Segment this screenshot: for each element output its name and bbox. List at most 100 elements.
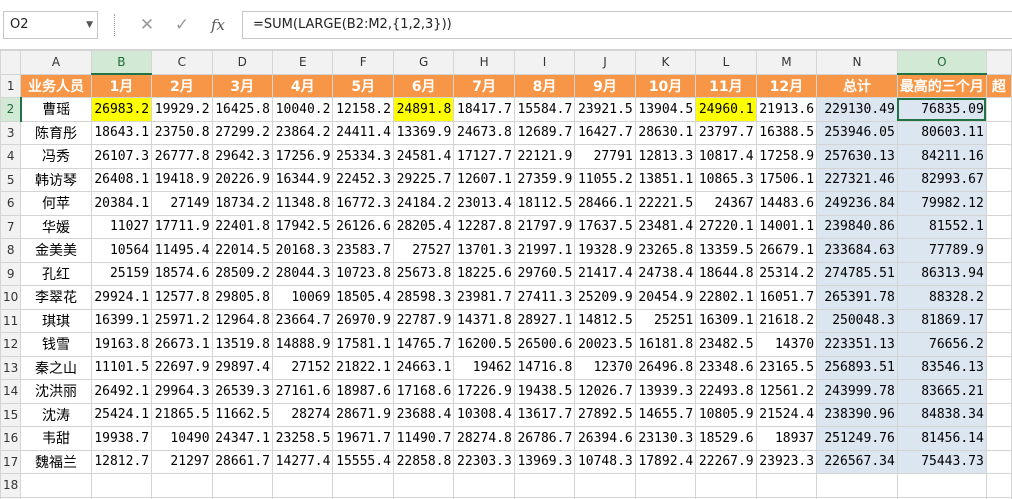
data-cell[interactable]: 19418.9 — [151, 167, 213, 192]
data-cell[interactable]: 226567.34 — [816, 449, 898, 474]
row-header[interactable]: 18 — [0, 473, 22, 498]
data-cell[interactable]: 11348.8 — [272, 191, 334, 216]
data-cell[interactable]: 256893.51 — [816, 355, 898, 380]
data-cell[interactable]: 12689.7 — [513, 120, 576, 145]
column-header[interactable]: N — [816, 50, 898, 75]
data-cell[interactable]: 22121.9 — [513, 144, 576, 169]
row-header[interactable]: 5 — [0, 167, 22, 192]
row-header[interactable]: 17 — [0, 449, 22, 474]
data-cell[interactable]: 88328.2 — [896, 285, 987, 310]
data-cell[interactable]: 20384.1 — [90, 191, 153, 216]
data-cell[interactable] — [985, 238, 1012, 263]
data-cell[interactable]: 29964.3 — [151, 379, 213, 404]
data-cell[interactable]: 27220.1 — [695, 214, 757, 239]
data-cell[interactable]: 20023.5 — [574, 332, 636, 357]
empty-cell[interactable] — [90, 473, 153, 498]
data-cell[interactable]: 21822.1 — [332, 355, 394, 380]
data-cell[interactable]: 21997.1 — [513, 238, 576, 263]
header-cell[interactable]: 7月 — [453, 73, 515, 98]
data-cell[interactable]: 15584.7 — [513, 97, 576, 122]
header-cell[interactable]: 12月 — [755, 73, 818, 98]
data-cell[interactable]: 19462 — [453, 355, 515, 380]
data-cell[interactable]: 18643.1 — [90, 120, 153, 145]
data-cell[interactable]: 10723.8 — [332, 261, 394, 286]
data-cell[interactable]: 14371.8 — [453, 308, 515, 333]
empty-cell[interactable] — [392, 473, 455, 498]
header-cell[interactable]: 4月 — [272, 73, 334, 98]
data-cell[interactable]: 23165.5 — [755, 355, 818, 380]
data-cell[interactable]: 24663.1 — [392, 355, 455, 380]
data-cell[interactable]: 23864.2 — [272, 120, 334, 145]
name-cell[interactable]: 冯秀 — [20, 144, 92, 169]
data-cell[interactable]: 17892.4 — [634, 449, 697, 474]
column-header[interactable]: A — [20, 50, 92, 75]
data-cell[interactable]: 22303.3 — [453, 449, 515, 474]
data-cell[interactable]: 23583.7 — [332, 238, 394, 263]
data-cell[interactable]: 29225.7 — [392, 167, 455, 192]
row-header[interactable]: 8 — [0, 238, 22, 263]
data-cell[interactable]: 23797.7 — [695, 120, 757, 145]
data-cell[interactable]: 24581.4 — [392, 144, 455, 169]
name-cell[interactable]: 琪琪 — [20, 308, 92, 333]
column-header[interactable]: L — [695, 50, 757, 75]
empty-cell[interactable] — [20, 473, 92, 498]
data-cell[interactable]: 28630.1 — [634, 120, 697, 145]
name-cell[interactable]: 曹瑶 — [20, 97, 92, 122]
data-cell[interactable]: 17258.9 — [755, 144, 818, 169]
data-cell[interactable]: 29642.3 — [211, 144, 274, 169]
data-cell[interactable]: 14812.5 — [574, 308, 636, 333]
data-cell[interactable]: 27149 — [151, 191, 213, 216]
data-cell[interactable]: 249236.84 — [816, 191, 898, 216]
data-cell[interactable]: 12607.1 — [453, 167, 515, 192]
data-cell[interactable]: 81869.17 — [896, 308, 987, 333]
data-cell[interactable]: 29897.4 — [211, 355, 274, 380]
data-cell[interactable]: 29924.1 — [90, 285, 153, 310]
data-cell[interactable] — [985, 120, 1012, 145]
data-cell[interactable]: 23013.4 — [453, 191, 515, 216]
data-cell[interactable]: 11055.2 — [574, 167, 636, 192]
data-cell[interactable]: 13617.7 — [513, 402, 576, 427]
data-cell[interactable]: 83665.21 — [896, 379, 987, 404]
data-cell[interactable]: 17168.6 — [392, 379, 455, 404]
data-cell[interactable]: 18574.6 — [151, 261, 213, 286]
empty-cell[interactable] — [816, 473, 898, 498]
name-cell[interactable]: 钱雪 — [20, 332, 92, 357]
row-header[interactable]: 2 — [0, 97, 22, 122]
data-cell[interactable]: 24347.1 — [211, 426, 274, 451]
data-cell[interactable]: 21297 — [151, 449, 213, 474]
row-header[interactable]: 14 — [0, 379, 22, 404]
data-cell[interactable]: 16427.7 — [574, 120, 636, 145]
name-cell[interactable]: 李翠花 — [20, 285, 92, 310]
column-header[interactable]: K — [634, 50, 697, 75]
data-cell[interactable]: 27411.3 — [513, 285, 576, 310]
data-cell[interactable]: 23750.8 — [151, 120, 213, 145]
empty-cell[interactable] — [151, 473, 213, 498]
name-cell[interactable]: 陈育彤 — [20, 120, 92, 145]
data-cell[interactable]: 20226.9 — [211, 167, 274, 192]
data-cell[interactable]: 17711.9 — [151, 214, 213, 239]
data-cell[interactable]: 77789.9 — [896, 238, 987, 263]
data-cell[interactable]: 18644.8 — [695, 261, 757, 286]
data-cell[interactable]: 23923.3 — [755, 449, 818, 474]
data-cell[interactable]: 12577.8 — [151, 285, 213, 310]
data-cell[interactable]: 25209.9 — [574, 285, 636, 310]
data-cell[interactable]: 16344.9 — [272, 167, 334, 192]
data-cell[interactable]: 27161.6 — [272, 379, 334, 404]
data-cell[interactable]: 15555.4 — [332, 449, 394, 474]
data-cell[interactable]: 10748.3 — [574, 449, 636, 474]
data-cell[interactable]: 28466.1 — [574, 191, 636, 216]
data-cell[interactable]: 13519.8 — [211, 332, 274, 357]
data-cell[interactable]: 25673.8 — [392, 261, 455, 286]
data-cell[interactable]: 20454.9 — [634, 285, 697, 310]
data-cell[interactable]: 26394.6 — [574, 426, 636, 451]
data-cell[interactable]: 265391.78 — [816, 285, 898, 310]
data-cell[interactable] — [985, 97, 1012, 122]
data-cell[interactable]: 17637.5 — [574, 214, 636, 239]
data-cell[interactable]: 18417.7 — [453, 97, 515, 122]
column-header[interactable]: J — [574, 50, 636, 75]
row-header[interactable]: 12 — [0, 332, 22, 357]
data-cell[interactable]: 22267.9 — [695, 449, 757, 474]
data-cell[interactable]: 223351.13 — [816, 332, 898, 357]
data-cell[interactable]: 18505.4 — [332, 285, 394, 310]
column-header[interactable]: G — [392, 50, 455, 75]
